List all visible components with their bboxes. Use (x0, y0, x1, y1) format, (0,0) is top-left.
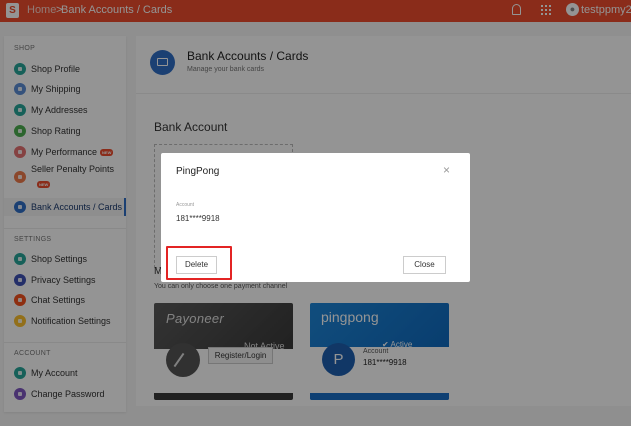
delete-highlight-box (166, 246, 232, 280)
close-button[interactable]: Close (403, 256, 446, 274)
modal-title: PingPong (176, 166, 220, 177)
close-icon[interactable]: × (443, 164, 450, 176)
account-field-value: 181****9918 (176, 214, 220, 223)
account-field-label: Account (176, 202, 195, 208)
